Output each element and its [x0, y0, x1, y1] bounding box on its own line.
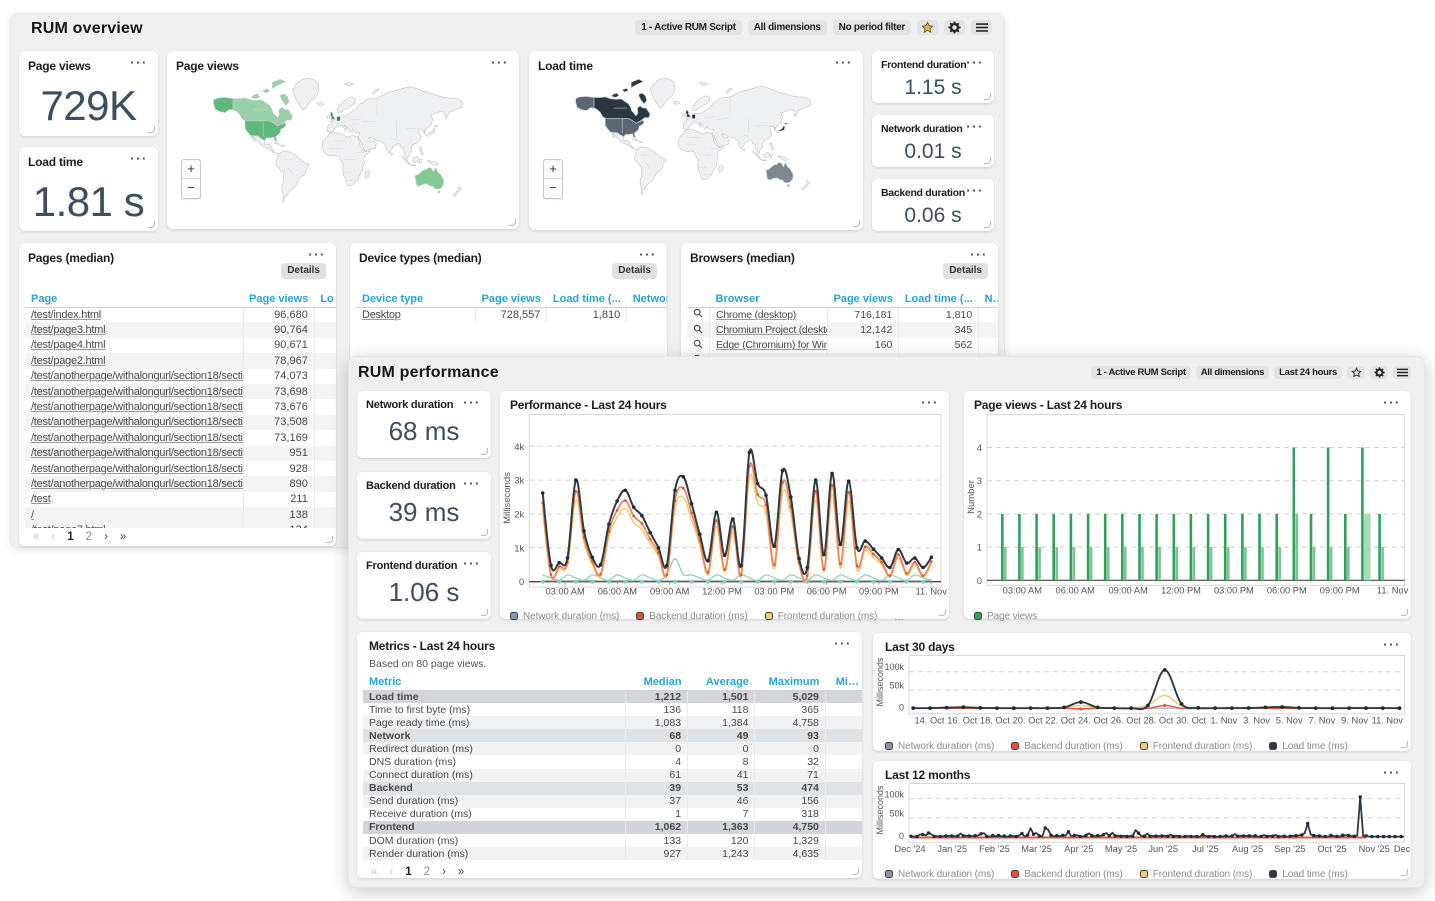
svg-text:Jun '25: Jun '25	[1148, 844, 1178, 854]
svg-text:May '25: May '25	[1105, 844, 1137, 854]
svg-text:9. Nov: 9. Nov	[1341, 715, 1368, 725]
svg-text:24. Oct: 24. Oct	[1078, 715, 1108, 725]
svg-text:Aug '25: Aug '25	[1232, 844, 1263, 854]
svg-text:09:00 AM: 09:00 AM	[650, 587, 689, 597]
svg-text:50k: 50k	[889, 808, 904, 818]
svg-text:06:00 PM: 06:00 PM	[1267, 585, 1307, 595]
svg-text:0: 0	[519, 577, 524, 588]
svg-text:Nov '25: Nov '25	[1359, 844, 1390, 854]
svg-text:2k: 2k	[514, 510, 524, 521]
svg-text:Jul '25: Jul '25	[1192, 844, 1219, 854]
svg-text:7. Nov: 7. Nov	[1308, 715, 1335, 725]
svg-text:09:00 AM: 09:00 AM	[1108, 585, 1147, 595]
svg-text:Dec '24: Dec '24	[894, 844, 925, 854]
svg-text:3: 3	[977, 476, 982, 487]
svg-text:4: 4	[977, 443, 982, 454]
svg-text:26. Oct: 26. Oct	[1111, 715, 1141, 725]
svg-text:Oct '25: Oct '25	[1317, 844, 1346, 854]
svg-text:5. Nov: 5. Nov	[1276, 715, 1303, 725]
svg-text:03:00 PM: 03:00 PM	[754, 587, 794, 597]
svg-text:3k: 3k	[514, 476, 524, 487]
svg-text:14. Oct: 14. Oct	[915, 715, 945, 725]
svg-text:0: 0	[899, 702, 904, 712]
svg-text:3. Nov: 3. Nov	[1243, 715, 1270, 725]
svg-text:12:00 PM: 12:00 PM	[1161, 585, 1201, 595]
svg-text:Jan '25: Jan '25	[937, 844, 967, 854]
svg-text:16. Oct: 16. Oct	[947, 715, 977, 725]
svg-text:50k: 50k	[889, 681, 904, 691]
svg-text:Number: Number	[966, 480, 977, 514]
svg-text:Dec...: Dec...	[1394, 844, 1411, 854]
svg-text:1k: 1k	[514, 543, 524, 554]
svg-text:18. Oct: 18. Oct	[980, 715, 1010, 725]
svg-text:2: 2	[977, 509, 982, 520]
svg-text:Feb '25: Feb '25	[979, 844, 1010, 854]
svg-text:22. Oct: 22. Oct	[1045, 715, 1075, 725]
svg-text:4k: 4k	[514, 442, 524, 453]
svg-text:03:00 AM: 03:00 AM	[1003, 585, 1042, 595]
svg-text:1. Nov: 1. Nov	[1210, 715, 1237, 725]
svg-text:Apr '25: Apr '25	[1064, 844, 1093, 854]
svg-text:Milliseconds: Milliseconds	[875, 657, 885, 707]
svg-text:06:00 PM: 06:00 PM	[807, 587, 847, 597]
svg-text:28. Oct: 28. Oct	[1143, 715, 1173, 725]
svg-text:20. Oct: 20. Oct	[1013, 715, 1043, 725]
svg-text:11. Nov: 11. Nov	[1372, 715, 1404, 725]
svg-text:09:00 PM: 09:00 PM	[1320, 585, 1360, 595]
svg-text:03:00 AM: 03:00 AM	[545, 587, 584, 597]
svg-text:0: 0	[977, 576, 982, 587]
svg-text:Mar '25: Mar '25	[1021, 844, 1052, 854]
svg-text:Milliseconds: Milliseconds	[502, 472, 513, 524]
svg-text:03:00 PM: 03:00 PM	[1214, 585, 1254, 595]
svg-text:06:00 AM: 06:00 AM	[598, 587, 637, 597]
svg-text:09:00 PM: 09:00 PM	[859, 587, 899, 597]
svg-text:11. Nov: 11. Nov	[1377, 585, 1409, 595]
svg-text:12:00 PM: 12:00 PM	[702, 587, 742, 597]
svg-text:Milliseconds: Milliseconds	[875, 785, 885, 835]
svg-text:100k: 100k	[884, 789, 904, 799]
svg-text:06:00 AM: 06:00 AM	[1056, 585, 1095, 595]
svg-text:30. Oct: 30. Oct	[1176, 715, 1206, 725]
svg-text:0: 0	[899, 831, 904, 841]
svg-text:1: 1	[977, 543, 982, 554]
svg-text:Sep '25: Sep '25	[1274, 844, 1305, 854]
svg-text:100k: 100k	[884, 662, 904, 672]
svg-text:11. Nov: 11. Nov	[916, 587, 948, 597]
